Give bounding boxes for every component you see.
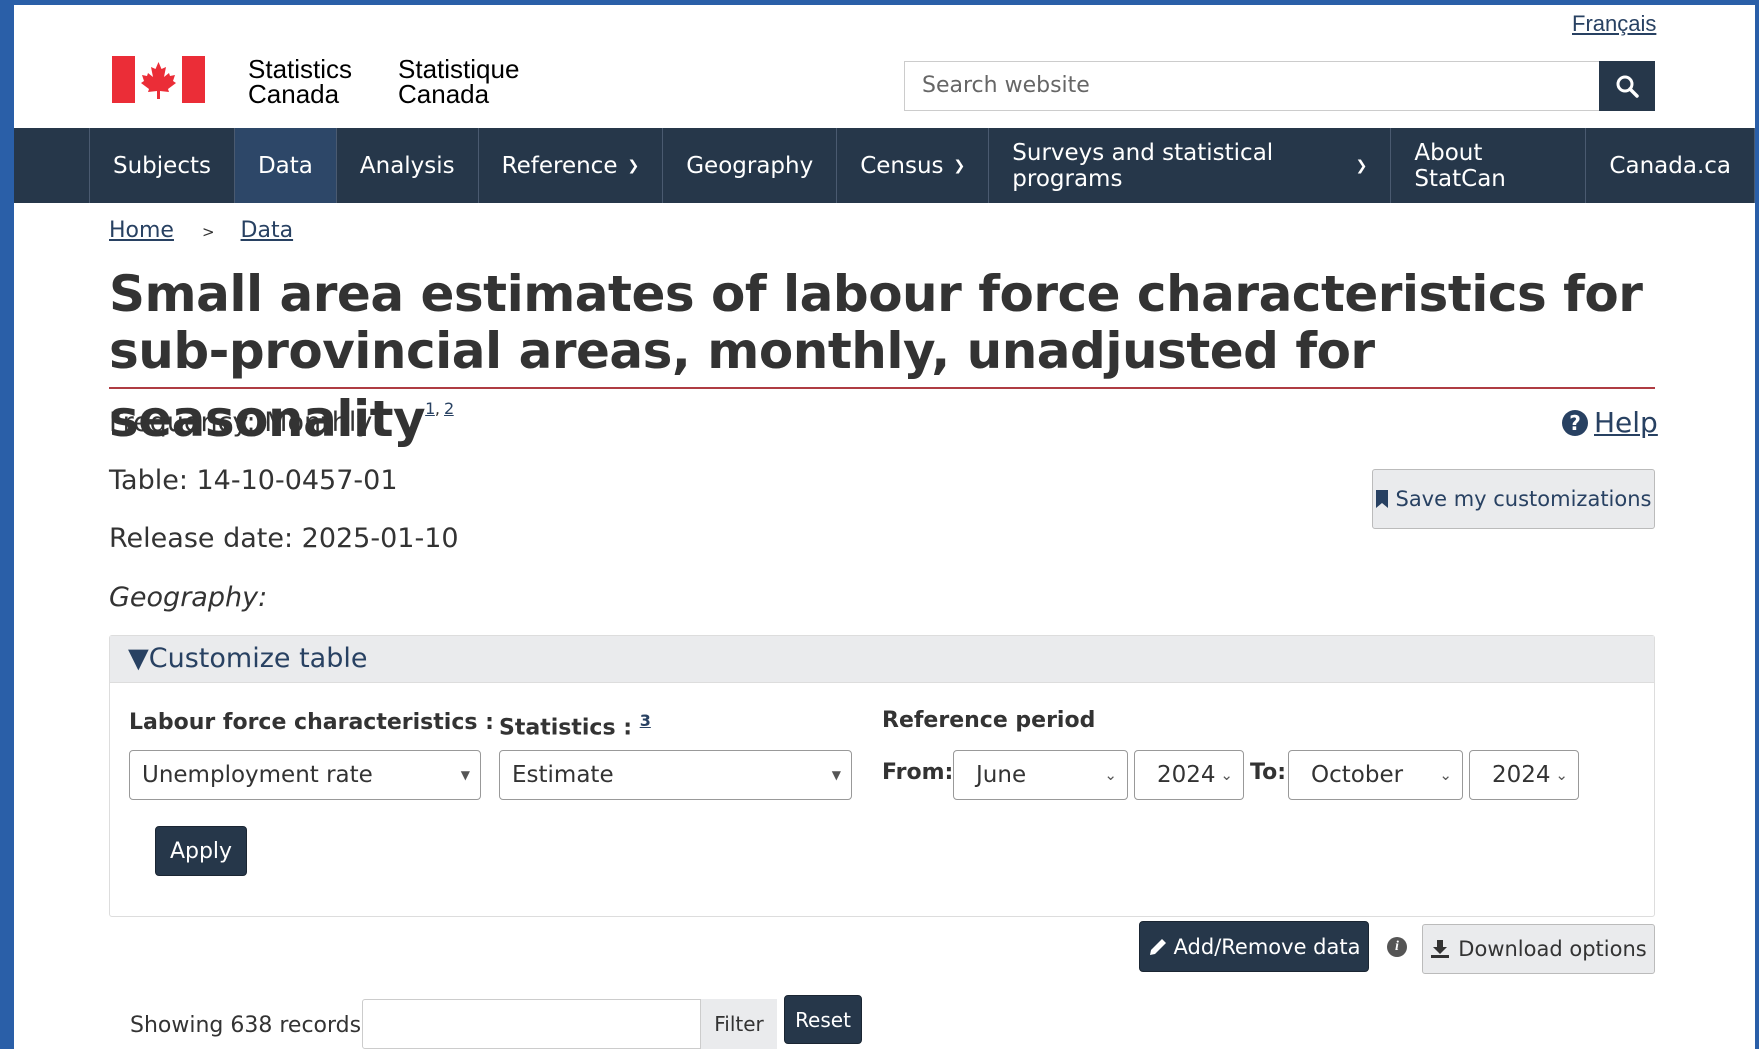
add-remove-data-button[interactable]: Add/Remove data (1139, 921, 1369, 972)
statistics-value: Estimate (512, 762, 614, 788)
footnote-link-3[interactable]: 3 (640, 711, 651, 730)
bookmark-icon (1376, 490, 1389, 508)
labour-force-value: Unemployment rate (142, 762, 373, 788)
breadcrumb: Home > Data (109, 218, 293, 243)
reset-button[interactable]: Reset (784, 995, 862, 1044)
from-year-select[interactable]: 2024 ⌄ (1134, 750, 1244, 800)
nav-item-about[interactable]: About StatCan (1390, 128, 1585, 203)
filter-input[interactable] (362, 999, 701, 1049)
nav-item-label: Census (860, 152, 944, 179)
help-link[interactable]: ? Help (1562, 406, 1658, 439)
download-options-button[interactable]: Download options (1422, 924, 1655, 974)
caret-down-icon: ▼ (460, 768, 470, 782)
filter-button[interactable]: Filter (701, 999, 777, 1049)
download-icon (1431, 940, 1450, 958)
search-input[interactable]: Search website (904, 61, 1599, 111)
nav-item-surveys[interactable]: Surveys and statistical programs ❯ (988, 128, 1390, 203)
nav-item-census[interactable]: Census ❯ (836, 128, 988, 203)
save-customizations-label: Save my customizations (1395, 487, 1652, 511)
labour-force-select[interactable]: Unemployment rate ▼ (129, 750, 481, 800)
frequency-text: Frequency: Monthly (109, 407, 373, 438)
apply-button[interactable]: Apply (155, 826, 247, 876)
table-id-text: Table: 14-10-0457-01 (109, 465, 398, 496)
signature-english[interactable]: Statistics Canada (248, 56, 352, 109)
statistics-select[interactable]: Estimate ▼ (499, 750, 852, 800)
main-menu: Subjects Data Analysis Reference ❯ Geogra… (14, 128, 1755, 203)
nav-item-label: Analysis (359, 152, 455, 179)
statistics-label-text: Statistics : (499, 715, 633, 741)
breadcrumb-data-link[interactable]: Data (241, 218, 294, 243)
release-date-text: Release date: 2025-01-10 (109, 523, 459, 554)
nav-item-analysis[interactable]: Analysis (335, 128, 478, 203)
nav-item-subjects[interactable]: Subjects (89, 128, 234, 203)
breadcrumb-separator: > (201, 223, 215, 241)
nav-item-geography[interactable]: Geography (662, 128, 836, 203)
chevron-down-icon: ❯ (627, 157, 640, 174)
footnote-link-2[interactable]: 2 (444, 399, 454, 418)
from-label: From: (882, 760, 954, 785)
to-month-select[interactable]: October ⌄ (1288, 750, 1463, 800)
pencil-icon (1149, 938, 1166, 955)
signature-french[interactable]: Statistique Canada (398, 56, 519, 109)
chevron-down-icon: ⌄ (1220, 766, 1233, 784)
nav-item-label: Surveys and statistical programs (1012, 139, 1274, 192)
chevron-down-icon: ⌄ (1439, 766, 1452, 784)
download-options-label: Download options (1458, 937, 1647, 961)
records-count-text: Showing 638 records (130, 1013, 362, 1038)
footnote-separator: , (434, 399, 440, 418)
customize-table-toggle[interactable]: ▼Customize table (110, 636, 1654, 683)
page: Français Statistics Canada Statistique C… (14, 5, 1755, 1049)
to-label: To: (1250, 760, 1286, 785)
statistics-label: Statistics : 3 (499, 710, 651, 740)
search-button[interactable] (1599, 61, 1655, 111)
nav-item-label: Geography (686, 152, 814, 179)
nav-item-data[interactable]: Data (233, 128, 336, 203)
nav-item-label: Data (257, 152, 313, 179)
nav-item-label: Canada.ca (1609, 152, 1731, 179)
nav-item-canada-ca[interactable]: Canada.ca (1585, 128, 1755, 203)
from-year-value: 2024 (1157, 762, 1216, 788)
chevron-down-icon: ❯ (953, 157, 966, 174)
title-rule (109, 387, 1655, 389)
search-icon (1616, 75, 1639, 98)
language-toggle-link[interactable]: Français (1572, 11, 1656, 37)
nav-item-label: About StatCan (1414, 139, 1506, 192)
save-customizations-button[interactable]: Save my customizations (1372, 469, 1655, 529)
to-year-value: 2024 (1492, 762, 1551, 788)
caret-down-icon: ▼ (831, 768, 841, 782)
add-remove-data-label: Add/Remove data (1173, 934, 1361, 959)
nav-item-reference[interactable]: Reference ❯ (477, 128, 663, 203)
footnote-link-1[interactable]: 1 (425, 399, 435, 418)
from-month-value: June (976, 762, 1027, 788)
nav-item-label: Subjects (113, 152, 211, 179)
to-year-select[interactable]: 2024 ⌄ (1469, 750, 1579, 800)
signature-en-line2: Canada (248, 79, 340, 109)
from-month-select[interactable]: June ⌄ (953, 750, 1128, 800)
chevron-down-icon: ⌄ (1104, 766, 1117, 784)
chevron-down-icon: ❯ (1355, 157, 1368, 174)
title-footnotes: 1, 2 (425, 399, 454, 418)
reference-period-label: Reference period (882, 708, 1096, 733)
to-month-value: October (1311, 762, 1404, 788)
signature-fr-line2: Canada (398, 79, 490, 109)
help-label: Help (1594, 406, 1658, 439)
info-icon[interactable]: i (1387, 937, 1407, 957)
breadcrumb-home-link[interactable]: Home (109, 218, 174, 243)
labour-force-label: Labour force characteristics : (129, 710, 494, 735)
question-circle-icon: ? (1562, 409, 1588, 436)
geography-label: Geography: (109, 582, 268, 613)
nav-item-label: Reference (501, 152, 618, 179)
chevron-down-icon: ⌄ (1555, 766, 1568, 784)
canada-flag-icon (112, 56, 205, 103)
